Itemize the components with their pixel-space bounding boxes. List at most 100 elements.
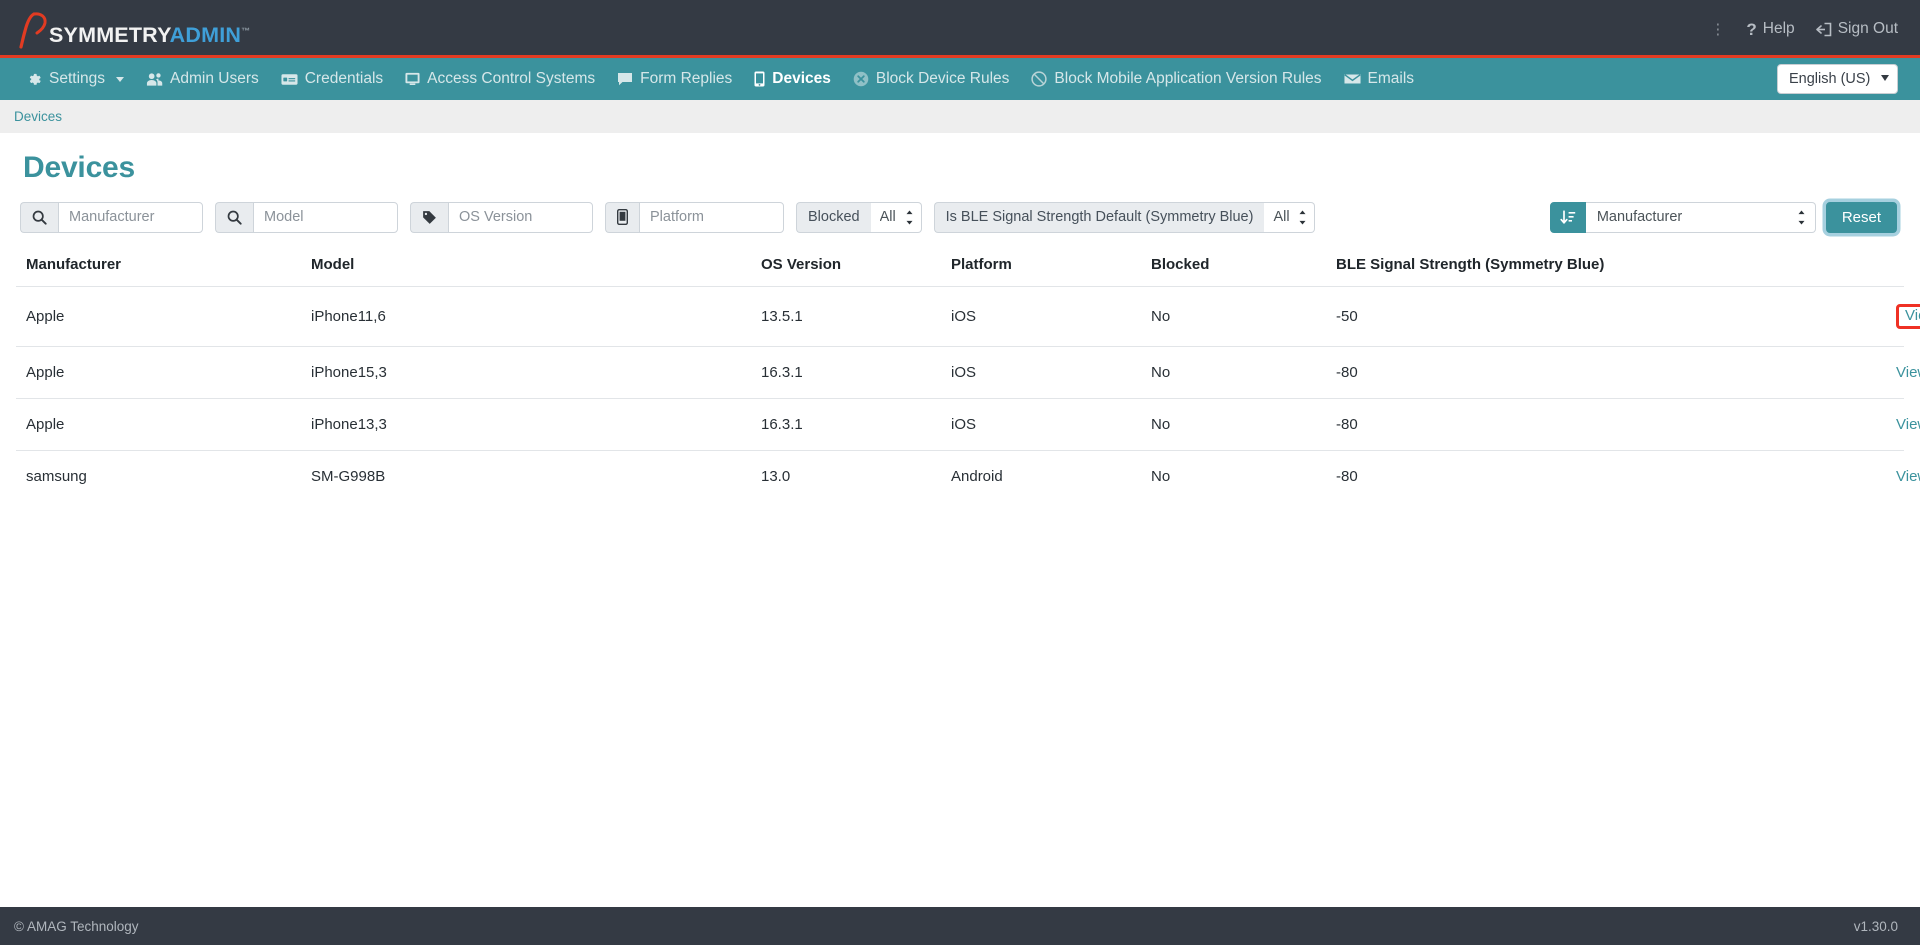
cell-actions: View — [1886, 449, 1920, 502]
sort-and-reset-group: Manufacturer Reset — [1549, 201, 1904, 233]
blocked-filter-select[interactable]: All — [870, 201, 922, 233]
cell-os-version: 16.3.1 — [751, 397, 941, 450]
cell-manufacturer: samsung — [16, 449, 301, 502]
chevron-down-icon — [116, 76, 125, 82]
blocked-filter-group: Blocked All — [796, 201, 922, 233]
view-link[interactable]: View — [1896, 468, 1920, 485]
model-filter-group — [215, 201, 398, 233]
nav-item-label: Admin Users — [170, 70, 259, 87]
sign-out-link[interactable]: Sign Out — [1815, 20, 1898, 38]
view-link[interactable]: View — [1896, 364, 1920, 381]
brand-symmetry: SYMMETRY — [49, 22, 170, 47]
filter-toolbar: Blocked All Is BLE Signal Strength Defau… — [16, 199, 1904, 235]
vertical-dots-icon[interactable]: ⋮ — [1710, 20, 1725, 38]
blocked-select-wrap: All — [870, 201, 922, 233]
os-version-filter-input[interactable] — [448, 201, 593, 233]
nav-item-access-control-systems[interactable]: Access Control Systems — [394, 58, 606, 100]
ban-icon — [1031, 71, 1048, 87]
cell-os-version: 16.3.1 — [751, 345, 941, 398]
table-header-row: Manufacturer Model OS Version Platform B… — [16, 249, 1904, 287]
view-link[interactable]: View — [1905, 307, 1920, 324]
devices-table: Manufacturer Model OS Version Platform B… — [16, 249, 1920, 502]
platform-filter-group — [605, 201, 784, 233]
devices-table-body: Apple iPhone11,6 13.5.1 iOS No -50 View … — [16, 286, 1920, 502]
column-header-model: Model — [311, 256, 355, 273]
help-label: Help — [1762, 20, 1795, 38]
page-footer: © AMAG Technology v1.30.0 — [0, 907, 1920, 945]
breadcrumb-item-devices[interactable]: Devices — [14, 109, 62, 124]
ble-default-filter-select[interactable]: All — [1264, 201, 1316, 233]
nav-item-label: Access Control Systems — [427, 70, 596, 87]
table-row: Apple iPhone11,6 13.5.1 iOS No -50 View — [16, 286, 1920, 346]
language-select[interactable]: English (US) — [1777, 64, 1898, 94]
cell-blocked: No — [1141, 345, 1326, 398]
nav-item-settings[interactable]: Settings — [16, 58, 135, 100]
mobile-icon — [605, 201, 639, 233]
search-icon — [215, 201, 253, 233]
users-icon — [146, 72, 163, 87]
table-row: Apple iPhone15,3 16.3.1 iOS No -80 View — [16, 345, 1920, 398]
column-header-platform: Platform — [951, 256, 1012, 273]
sort-amount-down-icon[interactable] — [1549, 201, 1586, 233]
nav-item-label: Settings — [49, 70, 106, 87]
manufacturer-filter-input[interactable] — [58, 201, 203, 233]
footer-copyright: © AMAG Technology — [14, 918, 139, 934]
table-row: Apple iPhone13,3 16.3.1 iOS No -80 View — [16, 397, 1920, 450]
cell-os-version: 13.5.1 — [751, 286, 941, 346]
cell-platform: iOS — [941, 345, 1141, 398]
card-icon — [281, 73, 298, 86]
devices-table-head: Manufacturer Model OS Version Platform B… — [16, 249, 1904, 287]
ble-default-filter-label: Is BLE Signal Strength Default (Symmetry… — [933, 201, 1265, 233]
nav-item-admin-users[interactable]: Admin Users — [135, 58, 270, 100]
nav-item-devices[interactable]: Devices — [743, 58, 842, 100]
nav-item-credentials[interactable]: Credentials — [270, 58, 394, 100]
comment-icon — [617, 72, 633, 86]
cell-actions: View — [1886, 397, 1920, 450]
view-link[interactable]: View — [1896, 416, 1920, 433]
column-header-os-version: OS Version — [761, 256, 842, 273]
model-filter-input[interactable] — [253, 201, 398, 233]
cell-manufacturer: Apple — [16, 397, 301, 450]
nav-item-label: Form Replies — [640, 70, 733, 87]
sign-out-icon — [1815, 22, 1832, 37]
column-header-actions — [1886, 249, 1904, 287]
nav-item-label: Emails — [1367, 70, 1415, 87]
ble-default-select-wrap: All — [1264, 201, 1316, 233]
nav-item-block-device-rules[interactable]: Block Device Rules — [842, 58, 1021, 100]
cell-ble-signal-strength: -50 — [1326, 286, 1886, 346]
nav-item-form-replies[interactable]: Form Replies — [606, 58, 743, 100]
nav-items: Settings Admin Users Credentials Access … — [16, 58, 1425, 100]
cell-platform: iOS — [941, 397, 1141, 450]
brand-logo-group[interactable]: SYMMETRYADMIN™ — [18, 9, 250, 49]
main-navigation: Settings Admin Users Credentials Access … — [0, 58, 1920, 100]
help-link[interactable]: ? Help — [1746, 21, 1794, 38]
brand-trademark: ™ — [241, 25, 251, 36]
os-version-filter-group — [410, 201, 593, 233]
blocked-filter-label: Blocked — [796, 201, 871, 233]
platform-filter-input[interactable] — [639, 201, 784, 233]
search-icon — [20, 201, 58, 233]
times-circle-icon — [853, 71, 869, 87]
cell-model: iPhone11,6 — [301, 286, 751, 346]
question-mark-icon: ? — [1746, 19, 1757, 39]
sort-group: Manufacturer — [1549, 201, 1816, 233]
table-row: samsung SM-G998B 13.0 Android No -80 Vie… — [16, 449, 1920, 502]
top-header: SYMMETRYADMIN™ ⋮ ? Help Sign Out — [0, 0, 1920, 58]
page-title: Devices — [23, 151, 136, 184]
envelope-icon — [1343, 73, 1361, 85]
cell-blocked: No — [1141, 286, 1326, 346]
sign-out-label: Sign Out — [1837, 20, 1898, 38]
symmetry-hook-logo-icon — [18, 11, 48, 49]
cell-ble-signal-strength: -80 — [1326, 345, 1886, 398]
cell-model: iPhone13,3 — [301, 397, 751, 450]
nav-item-block-mobile-application-version-rules[interactable]: Block Mobile Application Version Rules — [1020, 58, 1332, 100]
nav-item-label: Credentials — [304, 70, 384, 87]
reset-button[interactable]: Reset — [1825, 201, 1897, 233]
cell-actions: View — [1886, 286, 1920, 346]
cell-blocked: No — [1141, 397, 1326, 450]
sort-field-select[interactable]: Manufacturer — [1585, 201, 1816, 233]
nav-item-label: Block Mobile Application Version Rules — [1054, 70, 1322, 87]
nav-item-emails[interactable]: Emails — [1333, 58, 1426, 100]
tag-icon — [410, 201, 448, 233]
cell-manufacturer: Apple — [16, 345, 301, 398]
